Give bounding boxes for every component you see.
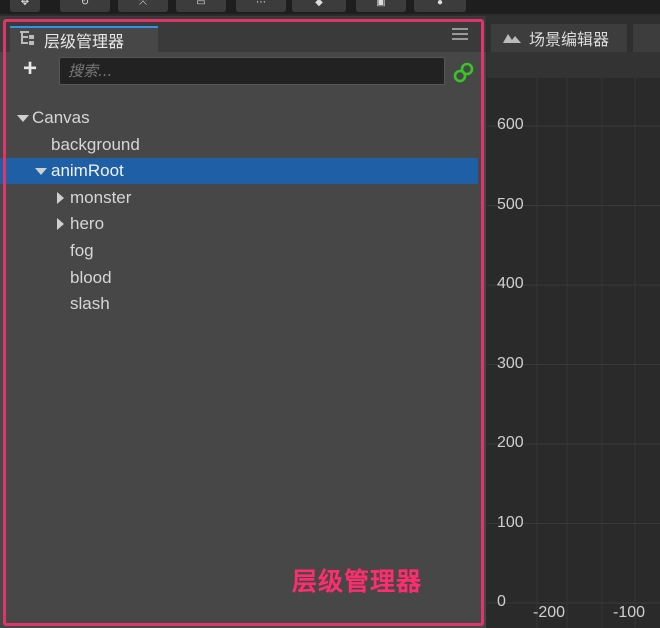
y-axis-tick-label: 400 [497,275,524,292]
hierarchy-tabbar: 层级管理器 [0,16,486,52]
tab-next[interactable] [633,24,660,52]
tree-node[interactable]: fog [0,238,478,264]
x-axis-tick-label: -200 [533,604,566,621]
toolbar-button[interactable]: ▣ [356,0,406,12]
tree-node-label: slash [70,294,110,314]
rect-icon: ▭ [196,0,206,8]
tree-node-label: animRoot [51,161,124,181]
caret-right-icon[interactable] [54,185,68,211]
anchor-icon: ◆ [315,0,323,8]
tree-node[interactable]: animRoot [0,158,478,185]
tree-node-label: Canvas [32,108,90,127]
tree-node[interactable]: monster [0,185,478,211]
y-axis-tick-label: 100 [497,513,524,531]
y-axis-tick-label: 500 [497,195,524,213]
tree-node[interactable]: background [0,132,478,158]
tree-node[interactable]: Canvas [0,105,478,131]
y-axis-tick-label: 0 [497,593,506,610]
hierarchy-search-row: + [0,52,486,92]
y-axis-tick-label: 200 [497,434,524,451]
record-icon: ● [436,0,444,8]
scene-editor-panel: 场景编辑器 600 500 400 300 200 100 0 -200 -100 [487,16,660,628]
caret-down-icon[interactable] [16,105,30,131]
panel-menu-icon[interactable] [452,28,468,42]
move-icon: ✥ [20,0,30,8]
toolbar-button[interactable]: ✥ [10,0,40,12]
toolbar-button[interactable]: ↻ [60,0,110,12]
scene-tab-title: 场景编辑器 [529,30,610,49]
toolbar-button[interactable]: ⤧ [118,0,168,12]
box-icon: ▣ [376,0,386,8]
tree-node-label: monster [70,187,132,207]
link-icon[interactable] [452,61,476,85]
node-tree: Canvas background animRoot monster hero fog bl… [0,92,486,628]
mountain-icon [503,29,521,48]
toolbar-button[interactable]: ● [414,0,466,12]
tab-hierarchy[interactable]: 层级管理器 [10,26,158,52]
tree-node[interactable]: blood [0,265,478,291]
hierarchy-tab-title: 层级管理器 [44,32,125,51]
caret-down-icon[interactable] [34,158,48,184]
scale-icon: ⤧ [139,0,147,8]
caret-right-icon[interactable] [54,211,68,237]
tree-node[interactable]: hero [0,211,478,237]
annotation-label: 层级管理器 [292,567,423,596]
tree-node-label: background [51,134,140,154]
top-toolbar: ✥ ↻ ⤧ ▭ ⋯ ◆ ▣ ● [0,0,660,14]
toolbar-button[interactable]: ▭ [176,0,226,12]
rotate-icon: ↻ [80,0,90,8]
tree-node-label: hero [70,214,105,234]
tree-node-label: fog [70,241,94,260]
tree-node[interactable]: slash [0,291,478,317]
y-axis-tick-label: 600 [497,116,524,133]
toolbar-button[interactable]: ⋯ [236,0,286,12]
search-input[interactable] [59,57,445,85]
scene-grid [487,78,660,628]
y-axis-tick-label: 300 [497,354,524,372]
tab-scene-editor[interactable]: 场景编辑器 [491,24,627,52]
add-node-button[interactable]: + [18,57,42,82]
toolbar-button[interactable]: ◆ [292,0,346,12]
dots-icon: ⋯ [256,0,266,8]
tree-node-label: blood [70,267,112,287]
x-axis-tick-label: -100 [613,604,646,621]
scene-tabbar: 场景编辑器 [487,16,660,52]
hierarchy-tree-icon [18,29,36,52]
hierarchy-panel: 层级管理器 + Canvas background animRoot monster h… [0,16,486,628]
scene-viewport[interactable]: 600 500 400 300 200 100 0 -200 -100 [487,78,660,628]
